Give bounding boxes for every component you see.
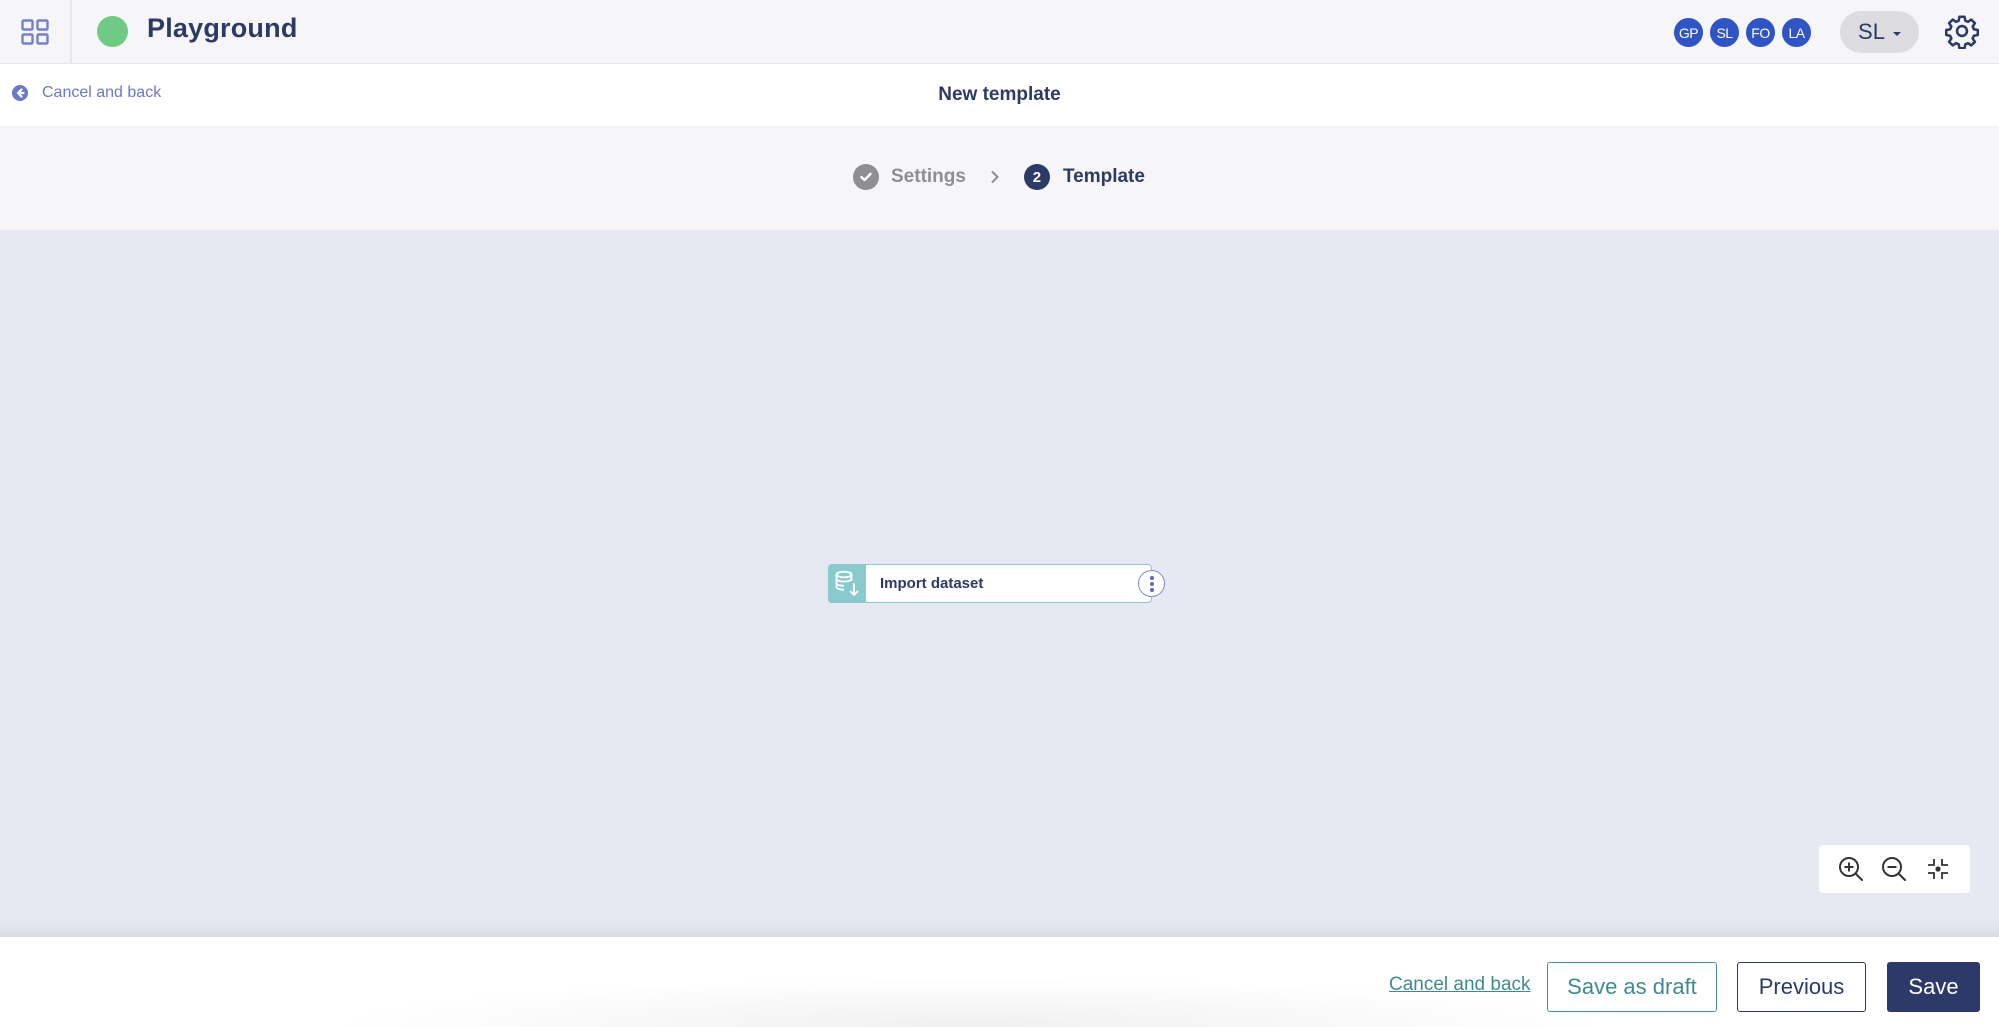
workflow-node-import-dataset[interactable]: Import dataset <box>828 564 1165 603</box>
save-button[interactable]: Save <box>1887 962 1980 1012</box>
check-circle-icon <box>853 164 879 190</box>
zoom-out-button[interactable] <box>1878 853 1910 885</box>
user-menu-button[interactable]: SL <box>1840 11 1919 53</box>
wizard-steps: Settings 2 Template <box>0 126 1999 230</box>
zoom-in-button[interactable] <box>1835 853 1867 885</box>
avatar[interactable]: FO <box>1745 17 1776 48</box>
step-template: Template <box>1062 166 1145 187</box>
grid-icon <box>21 19 49 45</box>
node-label: Import dataset <box>880 575 984 592</box>
more-vertical-icon[interactable] <box>1138 570 1165 597</box>
user-initials: SL <box>1858 19 1885 44</box>
avatar[interactable]: SL <box>1709 17 1740 48</box>
fit-to-screen-icon <box>1928 859 1949 879</box>
zoom-controls <box>1819 845 1970 893</box>
footer-actions: Cancel and back Save as draft Previous S… <box>0 937 1999 1027</box>
avatar[interactable]: GP <box>1673 17 1704 48</box>
app-title: Playground <box>147 13 298 43</box>
collaborator-avatars: GP SL FO LA <box>1673 17 1812 48</box>
settings-button[interactable] <box>1944 13 1980 50</box>
cancel-and-back-button[interactable]: Cancel and back <box>1389 974 1531 996</box>
canvas-shadow <box>0 919 1999 937</box>
save-as-draft-button[interactable]: Save as draft <box>1547 962 1717 1012</box>
step-settings[interactable]: Settings <box>891 166 966 188</box>
sub-header: Cancel and back New template <box>0 64 1999 126</box>
apps-menu-button[interactable] <box>0 0 72 64</box>
gear-icon <box>1944 15 1980 50</box>
zoom-out-icon <box>1882 857 1907 881</box>
avatar[interactable]: LA <box>1781 17 1812 48</box>
status-indicator <box>97 16 128 47</box>
fit-to-screen-button[interactable] <box>1922 853 1954 885</box>
zoom-in-icon <box>1838 857 1863 881</box>
workflow-canvas[interactable]: Import dataset <box>0 230 1999 937</box>
previous-button[interactable]: Previous <box>1737 962 1866 1012</box>
database-import-icon <box>828 564 866 603</box>
page-title: New template <box>938 84 1061 105</box>
top-bar: Playground GP SL FO LA SL <box>0 0 1999 64</box>
caret-down-icon <box>1892 32 1901 36</box>
chevron-right-icon <box>991 171 999 183</box>
step-number-badge: 2 <box>1023 164 1050 190</box>
